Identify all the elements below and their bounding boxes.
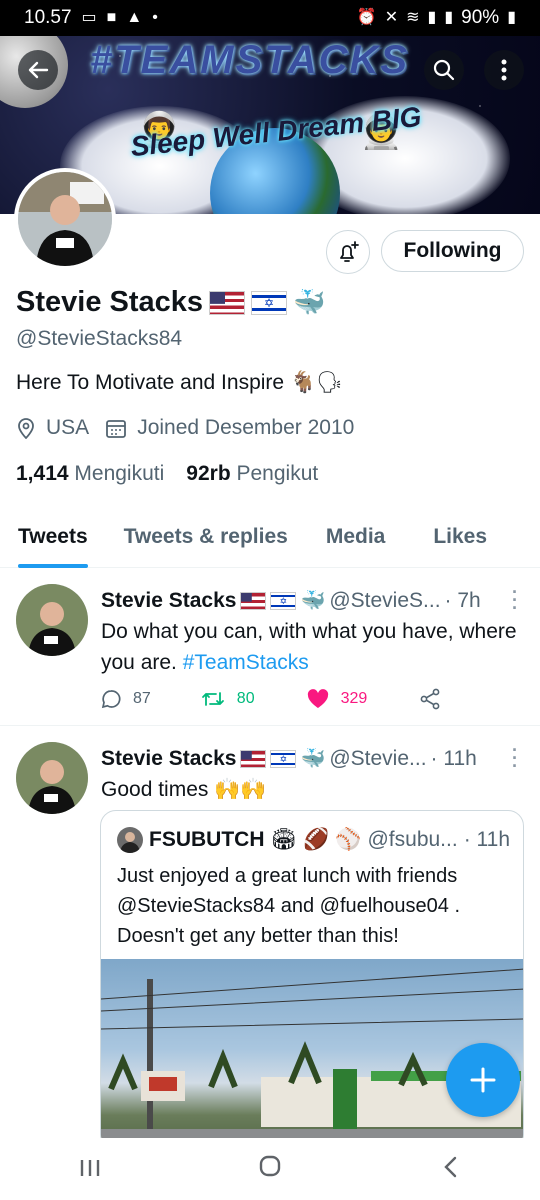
profile-name-row: Stevie Stacks ✡ 🐳 [16,286,325,319]
us-flag-icon [209,290,246,315]
tab-likes[interactable]: Likes [433,506,487,568]
search-icon [433,59,455,81]
mute-icon: ✕ [384,9,399,26]
chat-notification-icon: ▭ [81,9,97,26]
back-nav-button[interactable] [420,1154,480,1185]
tab-tweets[interactable]: Tweets [18,506,88,568]
wifi-icon: ≋ [406,9,420,26]
back-arrow-icon [28,61,49,79]
tab-tweets-replies[interactable]: Tweets & replies [124,506,288,568]
quoted-author-name: FSUBUTCH [149,828,265,851]
following-button[interactable]: Following [381,230,524,272]
stadium-icon: 🏟 [270,828,298,851]
location-pin-icon [18,418,34,439]
tweet-header: Stevie Stacks ✡ 🐳 @StevieS... · 7h [101,588,481,613]
football-icon: 🏈 [303,828,330,851]
share-icon [420,688,440,710]
profile-avatar[interactable] [14,168,116,270]
tweet-author-name: Stevie Stacks [101,746,237,770]
goat-icon: 🐐 [289,371,317,394]
signal-icon: ▮ [427,9,437,26]
profile-handle: @StevieStacks84 [16,327,183,350]
status-bar: 10.57 ▭ ■ ▲ • ⏰ ✕ ≋ ▮ ▮ 90% ▮ [0,0,540,36]
tweet-header: Stevie Stacks ✡ 🐳 @Stevie... · 11h [101,746,477,771]
us-flag-icon [240,749,267,768]
bell-plus-icon [340,241,359,262]
retweet-icon [201,692,224,706]
home-button[interactable] [240,1154,300,1185]
tweet-time: · 11h [430,746,477,770]
followers-stat[interactable]: 92rb Pengikut [186,462,318,486]
tweet-time: · 7h [444,588,481,612]
profile-name: Stevie Stacks [16,286,204,318]
quoted-avatar [117,827,143,853]
tweet-avatar[interactable] [16,584,88,656]
profile-joined: Joined Desember 2010 [137,416,355,439]
warning-icon: ▲ [126,9,143,26]
notify-button[interactable] [326,230,370,274]
quoted-time: · 11h [463,828,510,851]
compose-tweet-button[interactable] [446,1043,520,1117]
hashtag-link[interactable]: #TeamStacks [183,651,309,674]
status-time: 10.57 [24,7,72,28]
recent-apps-icon [80,1159,100,1176]
tweet-actions: 87 80 329 [101,688,441,710]
profile-location: USA [46,416,90,439]
plus-icon [470,1067,496,1093]
more-options-button[interactable] [484,50,524,90]
follow-stats: 1,414 Mengikuti 92rb Pengikut [16,462,318,486]
baseball-icon: ⚾ [335,828,362,851]
tweet-author-handle: @StevieS... [329,588,441,612]
dot-icon: • [152,9,158,26]
system-nav-bar [0,1138,540,1200]
reply-icon [101,690,121,709]
israel-flag-icon: ✡ [270,749,297,768]
speaking-head-icon: 🗣 [316,371,343,394]
tweet-more-button[interactable]: · · · [512,583,518,617]
heart-filled-icon [307,689,328,708]
quoted-tweet-text: Just enjoyed a great lunch with friends … [117,865,461,947]
following-stat[interactable]: 1,414 Mengikuti [16,462,164,486]
battery-percent: 90% [461,7,500,28]
banner-title: #TEAMSTACKS [90,38,410,82]
profile-bio: Here To Motivate and Inspire 🐐🗣 [16,371,343,394]
back-button[interactable] [18,50,58,90]
whale-icon: 🐳 [300,748,326,770]
profile-tabs: Tweets Tweets & replies Media Likes [0,506,540,568]
search-button[interactable] [424,50,464,90]
signal-icon: ▮ [444,9,454,26]
quoted-author-handle: @fsubu... [367,828,458,851]
quoted-tweet-header: FSUBUTCH 🏟 🏈 ⚾ @fsubu... · 11h [117,827,510,853]
home-icon [259,1155,281,1176]
tweet-author-name: Stevie Stacks [101,588,237,612]
like-button[interactable]: 329 [307,689,367,709]
battery-icon: ▮ [507,9,516,26]
tweet[interactable]: Stevie Stacks ✡ 🐳 @StevieS... · 7h · · · D… [0,568,540,726]
video-notification-icon: ■ [106,9,117,26]
reply-button[interactable]: 87 [101,689,151,709]
recent-apps-button[interactable] [60,1154,120,1185]
tweet-avatar[interactable] [16,742,88,814]
retweet-button[interactable]: 80 [201,689,255,709]
tweet-text: Do what you can, with what you have, whe… [101,620,517,674]
tweet-text: Good times 🙌🙌 [101,778,267,801]
tweet-author-handle: @Stevie... [329,746,427,770]
tweet-more-button[interactable]: · · · [512,741,518,775]
whale-icon: 🐳 [300,590,326,612]
israel-flag-icon: ✡ [251,290,288,315]
chevron-left-icon [444,1156,457,1177]
avatar-photo [18,172,112,266]
calendar-icon [106,420,127,438]
whale-icon: 🐳 [293,287,326,317]
us-flag-icon [240,591,267,610]
profile-meta: USA Joined Desember 2010 [16,416,354,440]
tab-media[interactable]: Media [326,506,386,568]
more-vertical-icon [501,59,507,81]
share-button[interactable] [419,688,441,710]
alarm-icon: ⏰ [356,9,377,26]
israel-flag-icon: ✡ [270,591,297,610]
